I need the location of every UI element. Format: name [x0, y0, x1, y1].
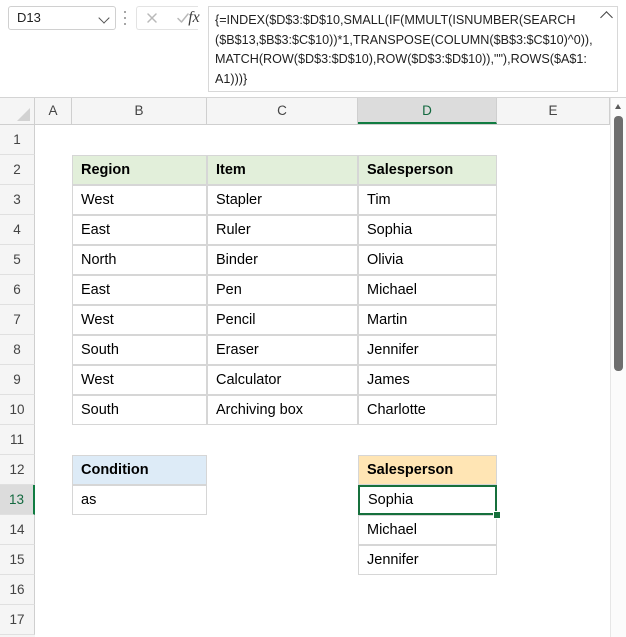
cell-B13-condition-value[interactable]: as	[72, 485, 207, 515]
chevron-down-icon[interactable]	[99, 12, 111, 24]
cell-C4[interactable]: Ruler	[207, 215, 358, 245]
vertical-scrollbar[interactable]	[610, 98, 626, 637]
name-box[interactable]: D13	[8, 6, 116, 30]
cell-B10[interactable]: South	[72, 395, 207, 425]
cell-B9[interactable]: West	[72, 365, 207, 395]
row-header-12[interactable]: 12	[0, 455, 35, 485]
row-header-5[interactable]: 5	[0, 245, 35, 275]
column-header-e[interactable]: E	[497, 98, 610, 124]
cell-D13-result-selected[interactable]: Sophia	[358, 485, 497, 515]
formula-bar-area: D13 fx {=INDEX($D$3:$D$10,SMALL(IF(MMULT…	[0, 0, 626, 98]
column-header-c[interactable]: C	[207, 98, 358, 124]
row-header-4[interactable]: 4	[0, 215, 35, 245]
cell-C10[interactable]: Archiving box	[207, 395, 358, 425]
cell-B3[interactable]: West	[72, 185, 207, 215]
row-header-15[interactable]: 15	[0, 545, 35, 575]
column-header-a[interactable]: A	[35, 98, 72, 124]
select-all-triangle-icon[interactable]	[0, 98, 35, 124]
cell-B2[interactable]: Region	[72, 155, 207, 185]
chevron-up-icon[interactable]	[600, 9, 614, 23]
row-header-7[interactable]: 7	[0, 305, 35, 335]
row-header-11[interactable]: 11	[0, 425, 35, 455]
row-header-2[interactable]: 2	[0, 155, 35, 185]
cell-C7[interactable]: Pencil	[207, 305, 358, 335]
name-box-value: D13	[17, 10, 41, 25]
row-header-14[interactable]: 14	[0, 515, 35, 545]
cell-D7[interactable]: Martin	[358, 305, 497, 335]
row-header-1[interactable]: 1	[0, 125, 35, 155]
row-header-8[interactable]: 8	[0, 335, 35, 365]
cell-D2[interactable]: Salesperson	[358, 155, 497, 185]
toolbar-separator-dots	[124, 11, 127, 25]
row-header-13[interactable]: 13	[0, 485, 35, 515]
fx-icon: fx	[188, 9, 200, 26]
cell-D3[interactable]: Tim	[358, 185, 497, 215]
scrollbar-thumb[interactable]	[614, 116, 623, 371]
column-header-b[interactable]: B	[72, 98, 207, 124]
cell-C6[interactable]: Pen	[207, 275, 358, 305]
cell-B5[interactable]: North	[72, 245, 207, 275]
cell-D12-result-header[interactable]: Salesperson	[358, 455, 497, 485]
cell-D10[interactable]: Charlotte	[358, 395, 497, 425]
column-header-row: A B C D E	[0, 98, 610, 125]
row-header-16[interactable]: 16	[0, 575, 35, 605]
cell-D6[interactable]: Michael	[358, 275, 497, 305]
cell-C5[interactable]: Binder	[207, 245, 358, 275]
spreadsheet-grid-area: A B C D E 1 2 3 4 5 6 7 8 9 10 11 12 13 …	[0, 98, 626, 637]
cell-B12-condition-header[interactable]: Condition	[72, 455, 207, 485]
row-header-17[interactable]: 17	[0, 605, 35, 635]
row-header-3[interactable]: 3	[0, 185, 35, 215]
formula-input[interactable]: {=INDEX($D$3:$D$10,SMALL(IF(MMULT(ISNUMB…	[208, 6, 618, 92]
row-header-9[interactable]: 9	[0, 365, 35, 395]
cell-C9[interactable]: Calculator	[207, 365, 358, 395]
row-header-column: 1 2 3 4 5 6 7 8 9 10 11 12 13 14 15 16 1…	[0, 125, 35, 637]
cell-B6[interactable]: East	[72, 275, 207, 305]
column-header-d[interactable]: D	[358, 98, 497, 124]
cell-D9[interactable]: James	[358, 365, 497, 395]
cell-C3[interactable]: Stapler	[207, 185, 358, 215]
cell-D4[interactable]: Sophia	[358, 215, 497, 245]
row-header-10[interactable]: 10	[0, 395, 35, 425]
cell-B8[interactable]: South	[72, 335, 207, 365]
cell-C8[interactable]: Eraser	[207, 335, 358, 365]
cell-D5[interactable]: Olivia	[358, 245, 497, 275]
row-header-6[interactable]: 6	[0, 275, 35, 305]
cell-B4[interactable]: East	[72, 215, 207, 245]
cancel-x-icon[interactable]	[142, 10, 162, 26]
cell-D15-result[interactable]: Jennifer	[358, 545, 497, 575]
cell-D8[interactable]: Jennifer	[358, 335, 497, 365]
cell-D14-result[interactable]: Michael	[358, 515, 497, 545]
cell-C2[interactable]: Item	[207, 155, 358, 185]
cell-grid: Region Item Salesperson West Stapler Tim…	[35, 125, 610, 637]
cell-B7[interactable]: West	[72, 305, 207, 335]
fill-handle[interactable]	[493, 511, 501, 519]
scroll-up-arrow-icon[interactable]	[611, 98, 626, 114]
